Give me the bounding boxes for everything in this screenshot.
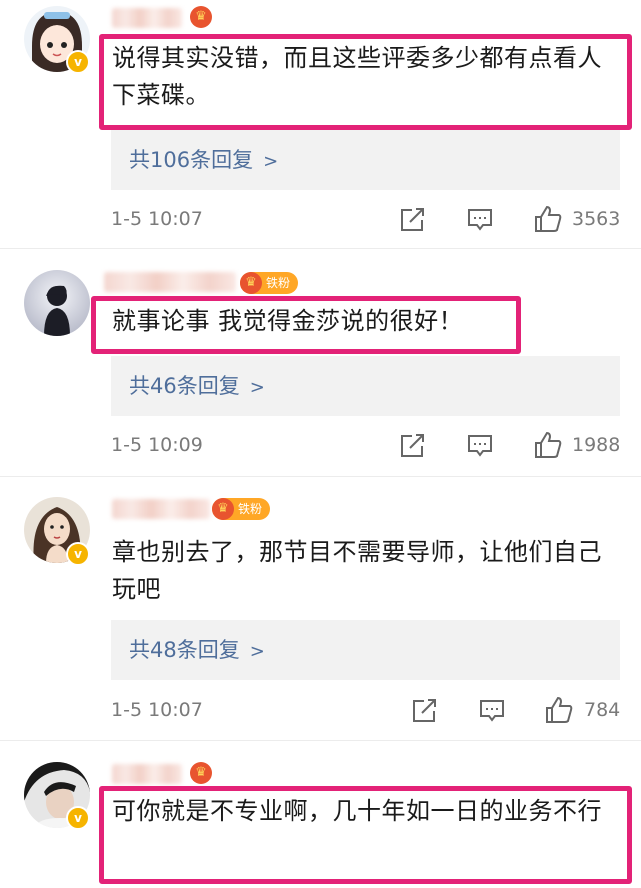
like-count: 784 xyxy=(584,699,621,721)
chevron-right-icon: > xyxy=(263,151,279,172)
username[interactable] xyxy=(104,272,236,292)
thumbs-up-icon[interactable] xyxy=(533,430,563,460)
verified-badge-icon: v xyxy=(66,806,90,830)
thumbs-up-icon[interactable] xyxy=(533,204,563,234)
share-icon[interactable] xyxy=(398,206,426,234)
divider xyxy=(0,248,641,249)
comment-time: 1-5 10:09 xyxy=(111,434,203,456)
comment-text: 可你就是不专业啊，几十年如一日的业务不行 xyxy=(112,797,602,825)
chevron-right-icon: > xyxy=(249,377,265,398)
fan-badge: ♛ 铁粉 xyxy=(212,498,271,520)
verified-badge-icon: v xyxy=(66,542,90,566)
crown-icon: ♛ xyxy=(212,498,234,520)
comment-time: 1-5 10:07 xyxy=(111,699,203,721)
crown-icon: ♛ xyxy=(190,762,212,784)
comment-text: 说得其实没错，而且这些评委多少都有点看人下菜碟。 xyxy=(112,44,602,109)
divider xyxy=(0,476,641,477)
username[interactable] xyxy=(112,8,182,28)
share-icon[interactable] xyxy=(410,697,438,725)
comment-icon[interactable] xyxy=(466,206,494,234)
crown-icon: ♛ xyxy=(190,6,212,28)
divider xyxy=(0,740,641,741)
share-icon[interactable] xyxy=(398,432,426,460)
crown-icon: ♛ xyxy=(240,272,262,294)
comment-time: 1-5 10:07 xyxy=(111,208,203,230)
comment-icon[interactable] xyxy=(478,697,506,725)
replies-link[interactable]: 共48条回复 > xyxy=(111,620,620,680)
replies-count: 共106条回复 xyxy=(129,148,254,172)
chevron-right-icon: > xyxy=(249,641,265,662)
user-avatar[interactable] xyxy=(24,270,90,336)
thumbs-up-icon[interactable] xyxy=(544,695,574,725)
like-count: 3563 xyxy=(572,208,621,230)
username[interactable] xyxy=(112,764,182,784)
comment-text: 章也别去了，那节目不需要导师，让他们自己玩吧 xyxy=(112,538,602,603)
replies-count: 共46条回复 xyxy=(129,374,240,398)
fan-badge: ♛ 铁粉 xyxy=(240,272,299,294)
comment-text: 就事论事 我觉得金莎说的很好！ xyxy=(112,307,464,335)
replies-link[interactable]: 共106条回复 > xyxy=(111,130,620,190)
replies-link[interactable]: 共46条回复 > xyxy=(111,356,620,416)
replies-count: 共48条回复 xyxy=(129,638,240,662)
username[interactable] xyxy=(112,499,210,519)
comment-icon[interactable] xyxy=(466,432,494,460)
like-count: 1988 xyxy=(572,434,621,456)
verified-badge-icon: v xyxy=(66,50,90,74)
